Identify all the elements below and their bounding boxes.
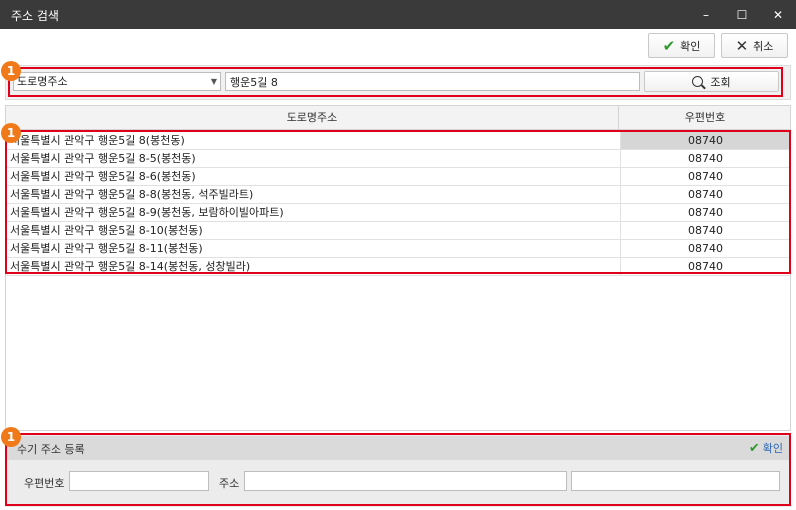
- address-search-input[interactable]: [225, 72, 640, 91]
- cell-address: 서울특별시 관악구 행운5길 8(봉천동): [10, 134, 185, 147]
- table-row[interactable]: 서울특별시 관악구 행운5길 8-11(봉천동) 08740: [6, 240, 790, 258]
- column-header-zip[interactable]: 우편번호: [620, 106, 790, 129]
- table-header: 도로명주소 우편번호: [6, 106, 790, 130]
- close-button[interactable]: ✕: [761, 0, 795, 29]
- manual-confirm-link[interactable]: ✔ 확인: [749, 440, 783, 456]
- dropdown-arrow-icon[interactable]: ▼: [211, 73, 217, 90]
- manual-panel-title: 수기 주소 등록: [17, 443, 85, 456]
- cell-address: 서울특별시 관악구 행운5길 8-11(봉천동): [10, 242, 203, 255]
- cell-zip: 08740: [620, 240, 790, 257]
- results-table: 도로명주소 우편번호 서울특별시 관악구 행운5길 8(봉천동) 08740 서…: [5, 105, 791, 431]
- minimize-button[interactable]: –: [689, 0, 723, 29]
- address-label: 주소: [219, 477, 240, 490]
- cell-address: 서울특별시 관악구 행운5길 8-6(봉천동): [10, 170, 196, 183]
- cell-zip: 08740: [620, 132, 790, 149]
- table-row[interactable]: 서울특별시 관악구 행운5길 8-6(봉천동) 08740: [6, 168, 790, 186]
- cancel-label: 취소: [753, 39, 774, 53]
- address-type-value: 도로명주소: [17, 75, 68, 88]
- cell-zip: 08740: [620, 204, 790, 221]
- cell-zip: 08740: [620, 222, 790, 239]
- column-header-address[interactable]: 도로명주소: [6, 106, 619, 129]
- x-icon: ✕: [735, 36, 749, 55]
- address-field[interactable]: [244, 471, 567, 491]
- confirm-label: 확인: [680, 39, 701, 53]
- cell-address: 서울특별시 관악구 행운5길 8-14(봉천동, 성창빌라): [10, 260, 251, 273]
- cell-zip: 08740: [620, 186, 790, 203]
- cell-zip: 08740: [620, 150, 790, 167]
- table-row[interactable]: 서울특별시 관악구 행운5길 8-14(봉천동, 성창빌라) 08740: [6, 258, 790, 276]
- check-icon: ✔: [662, 36, 676, 55]
- table-row[interactable]: 서울특별시 관악구 행운5길 8-10(봉천동) 08740: [6, 222, 790, 240]
- search-icon: [692, 76, 704, 87]
- manual-confirm-label: 확인: [762, 442, 783, 455]
- zip-field[interactable]: [69, 471, 209, 491]
- window-title: 주소 검색: [11, 9, 59, 23]
- maximize-button[interactable]: ☐: [725, 0, 759, 29]
- step-badge: 1: [1, 123, 21, 143]
- title-bar: 주소 검색 – ☐ ✕: [0, 0, 796, 29]
- manual-panel-header: 수기 주소 등록 ✔ 확인: [7, 436, 789, 460]
- step-badge: 1: [1, 61, 21, 81]
- cell-address: 서울특별시 관악구 행운5길 8-5(봉천동): [10, 152, 196, 165]
- confirm-button[interactable]: ✔ 확인: [648, 33, 715, 58]
- table-row[interactable]: 서울특별시 관악구 행운5길 8-5(봉천동) 08740: [6, 150, 790, 168]
- check-icon: ✔: [748, 440, 760, 456]
- cell-address: 서울특별시 관악구 행운5길 8-8(봉천동, 석주빌라트): [10, 188, 254, 201]
- address-type-select[interactable]: 도로명주소 ▼: [13, 72, 221, 91]
- search-button[interactable]: 조회: [644, 71, 779, 92]
- cell-zip: 08740: [620, 168, 790, 185]
- cell-address: 서울특별시 관악구 행운5길 8-10(봉천동): [10, 224, 203, 237]
- zip-label: 우편번호: [24, 477, 65, 490]
- manual-address-panel: 수기 주소 등록 ✔ 확인 우편번호 주소: [5, 433, 791, 507]
- cell-zip: 08740: [620, 258, 790, 275]
- table-row[interactable]: 서울특별시 관악구 행운5길 8(봉천동) 08740: [6, 132, 790, 150]
- cell-address: 서울특별시 관악구 행운5길 8-9(봉천동, 보람하이빌아파트): [10, 206, 284, 219]
- table-row[interactable]: 서울특별시 관악구 행운5길 8-8(봉천동, 석주빌라트) 08740: [6, 186, 790, 204]
- cancel-button[interactable]: ✕ 취소: [721, 33, 788, 58]
- table-row[interactable]: 서울특별시 관악구 행운5길 8-9(봉천동, 보람하이빌아파트) 08740: [6, 204, 790, 222]
- search-label: 조회: [710, 75, 731, 89]
- address-detail-field[interactable]: [571, 471, 780, 491]
- step-badge: 1: [1, 427, 21, 447]
- table-body: 서울특별시 관악구 행운5길 8(봉천동) 08740 서울특별시 관악구 행운…: [6, 132, 790, 276]
